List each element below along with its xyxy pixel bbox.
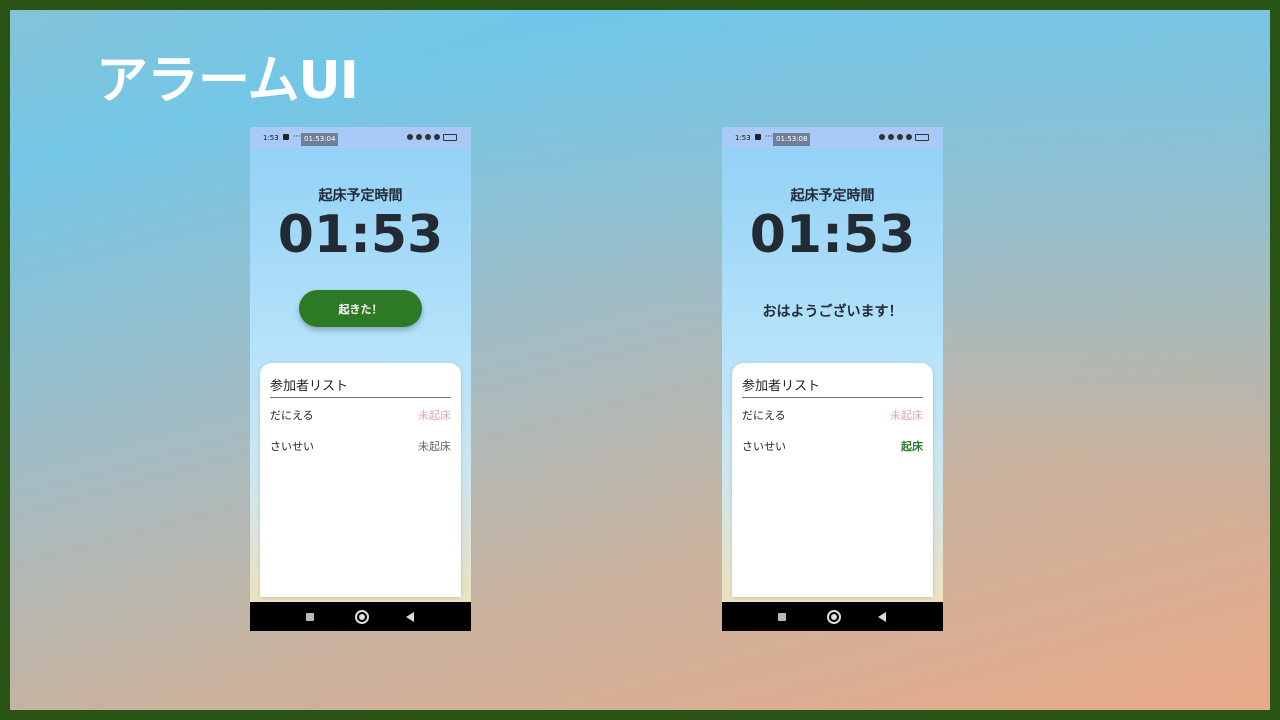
participant-row: さいせい 未起床	[270, 438, 451, 454]
battery-icon	[915, 133, 929, 141]
status-clock-overlay: 01:53:08	[773, 133, 811, 146]
participant-card: 参加者リスト だにえる 未起床 さいせい 起床	[732, 363, 933, 597]
more-notifications-icon: ···	[293, 132, 301, 141]
wifi-icon	[906, 134, 912, 140]
alarm-time: 01:53	[277, 205, 444, 265]
participant-row: さいせい 起床	[742, 438, 923, 454]
slide: アラームUI 1:53 ··· 01:53:04 起床予定時間 01:53 起き…	[10, 10, 1270, 710]
participant-status: 未起床	[418, 440, 451, 453]
participant-row: だにえる 未起床	[270, 407, 451, 423]
status-bar: 1:53 ··· 01:53:08	[722, 127, 943, 148]
slide-title: アラームUI	[96, 51, 359, 111]
phone-screen-before: 1:53 ··· 01:53:04 起床予定時間 01:53 起きた！ 参加者リ…	[250, 127, 471, 631]
status-time: 1:53	[735, 134, 751, 142]
notification-icon	[283, 134, 289, 140]
status-bar: 1:53 ··· 01:53:04	[250, 127, 471, 148]
participant-status: 未起床	[418, 409, 451, 422]
wake-time-label: 起床予定時間	[318, 188, 403, 204]
alarm-time: 01:53	[749, 205, 916, 265]
alarm-icon	[425, 134, 431, 140]
recent-apps-icon[interactable]	[306, 613, 314, 621]
participant-list-title: 参加者リスト	[270, 379, 349, 394]
battery-icon	[443, 133, 457, 141]
slide-background	[10, 10, 1270, 710]
recent-apps-icon[interactable]	[778, 613, 786, 621]
participant-name: だにえる	[270, 409, 314, 422]
wake-time-label: 起床予定時間	[790, 188, 875, 204]
participant-name: さいせい	[270, 440, 314, 453]
vibrate-icon	[888, 134, 894, 140]
greeting-message: おはようございます！	[762, 304, 903, 320]
navigation-bar	[250, 602, 471, 631]
back-icon[interactable]	[406, 612, 414, 622]
status-icons	[407, 133, 457, 141]
status-clock-overlay: 01:53:04	[301, 133, 339, 146]
participant-name: さいせい	[742, 440, 786, 453]
vibrate-icon	[416, 134, 422, 140]
alarm-icon	[897, 134, 903, 140]
woke-up-button[interactable]: 起きた！	[299, 290, 422, 327]
participant-card: 参加者リスト だにえる 未起床 さいせい 未起床	[260, 363, 461, 597]
bluetooth-icon	[879, 134, 885, 140]
notification-icon	[755, 134, 761, 140]
back-icon[interactable]	[878, 612, 886, 622]
home-icon[interactable]	[355, 610, 369, 624]
participant-status: 起床	[901, 440, 923, 453]
participant-row: だにえる 未起床	[742, 407, 923, 423]
participant-list-title: 参加者リスト	[742, 379, 821, 394]
navigation-bar	[722, 602, 943, 631]
home-icon[interactable]	[827, 610, 841, 624]
participant-name: だにえる	[742, 409, 786, 422]
wifi-icon	[434, 134, 440, 140]
divider	[270, 397, 451, 398]
status-icons	[879, 133, 929, 141]
participant-status: 未起床	[890, 409, 923, 422]
bluetooth-icon	[407, 134, 413, 140]
phone-screen-after: 1:53 ··· 01:53:08 起床予定時間 01:53 おはようございます…	[722, 127, 943, 631]
divider	[742, 397, 923, 398]
more-notifications-icon: ···	[765, 132, 773, 141]
status-time: 1:53	[263, 134, 279, 142]
